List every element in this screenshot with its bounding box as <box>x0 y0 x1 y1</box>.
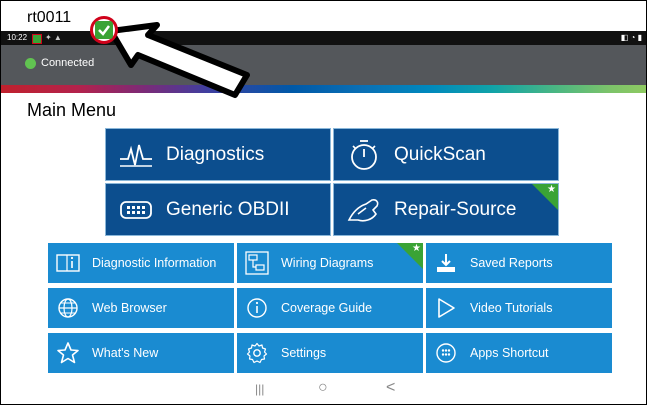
apps-shortcut-label: Apps Shortcut <box>470 346 549 360</box>
connection-status[interactable]: Connected <box>25 57 94 69</box>
saved-reports-label: Saved Reports <box>470 256 553 270</box>
connection-label: Connected <box>41 57 95 69</box>
wiring-diagrams-label: Wiring Diagrams <box>281 256 374 270</box>
diagnostics-button[interactable]: Diagnostics <box>105 128 331 181</box>
app-status-check-icon <box>32 34 42 44</box>
star-outline-icon <box>56 341 80 365</box>
gear-icon <box>245 341 269 365</box>
quickscan-button[interactable]: QuickScan <box>333 128 559 181</box>
screenshot-frame: rt0011 10:22 ✦ ▲ ◧ ◔ ▮ Connected Main Me… <box>0 0 647 405</box>
android-nav-bar: ||| ○ < <box>1 373 646 404</box>
web-browser-label: Web Browser <box>92 301 167 315</box>
diagnostics-label: Diagnostics <box>166 143 265 165</box>
globe-icon <box>56 296 80 320</box>
generic-obdii-label: Generic OBDII <box>166 198 290 220</box>
connection-dot-icon <box>25 57 36 69</box>
star-badge-icon: ★ <box>547 184 556 195</box>
saved-reports-button[interactable]: Saved Reports <box>426 243 612 283</box>
connection-check-icon <box>90 16 118 44</box>
settings-label: Settings <box>281 346 327 360</box>
settings-button[interactable]: Settings <box>237 333 423 373</box>
video-tutorials-label: Video Tutorials <box>470 301 553 315</box>
star-badge-icon: ★ <box>412 243 421 254</box>
signal-battery-icons: ◧ ◔ ▮ <box>620 33 642 42</box>
repair-source-button[interactable]: Repair-Source ★ <box>333 183 559 236</box>
document-label: rt0011 <box>27 9 72 26</box>
recents-button[interactable]: ||| <box>255 382 264 396</box>
diagnostic-information-button[interactable]: Diagnostic Information <box>48 243 234 283</box>
whats-new-label: What's New <box>92 346 159 360</box>
back-button[interactable]: < <box>386 379 395 397</box>
home-button[interactable]: ○ <box>318 379 328 397</box>
brand-stripe <box>1 85 646 93</box>
apps-shortcut-button[interactable]: Apps Shortcut <box>426 333 612 373</box>
info-circle-icon <box>245 296 269 320</box>
diagnostic-information-label: Diagnostic Information <box>92 256 217 270</box>
wiring-diagrams-button[interactable]: Wiring Diagrams ★ <box>237 243 423 283</box>
wrench-hand-icon <box>346 192 382 228</box>
whats-new-button[interactable]: What's New <box>48 333 234 373</box>
web-browser-button[interactable]: Web Browser <box>48 288 234 328</box>
video-tutorials-button[interactable]: Video Tutorials <box>426 288 612 328</box>
system-notification-icons: ✦ ▲ <box>45 33 62 42</box>
repair-source-label: Repair-Source <box>394 198 517 220</box>
waveform-icon <box>118 137 154 173</box>
coverage-guide-button[interactable]: Coverage Guide <box>237 288 423 328</box>
stopwatch-icon <box>346 137 382 173</box>
callout-arrow-icon <box>108 22 250 98</box>
play-icon <box>434 296 458 320</box>
info-icon <box>56 251 80 275</box>
app-header: Connected <box>1 45 646 85</box>
apps-icon <box>434 341 458 365</box>
status-time: 10:22 <box>7 33 28 42</box>
coverage-guide-label: Coverage Guide <box>281 301 373 315</box>
download-icon <box>434 251 458 275</box>
generic-obdii-button[interactable]: Generic OBDII <box>105 183 331 236</box>
wiring-diagram-icon <box>245 251 269 275</box>
quickscan-label: QuickScan <box>394 143 486 165</box>
obd-connector-icon <box>118 192 154 228</box>
